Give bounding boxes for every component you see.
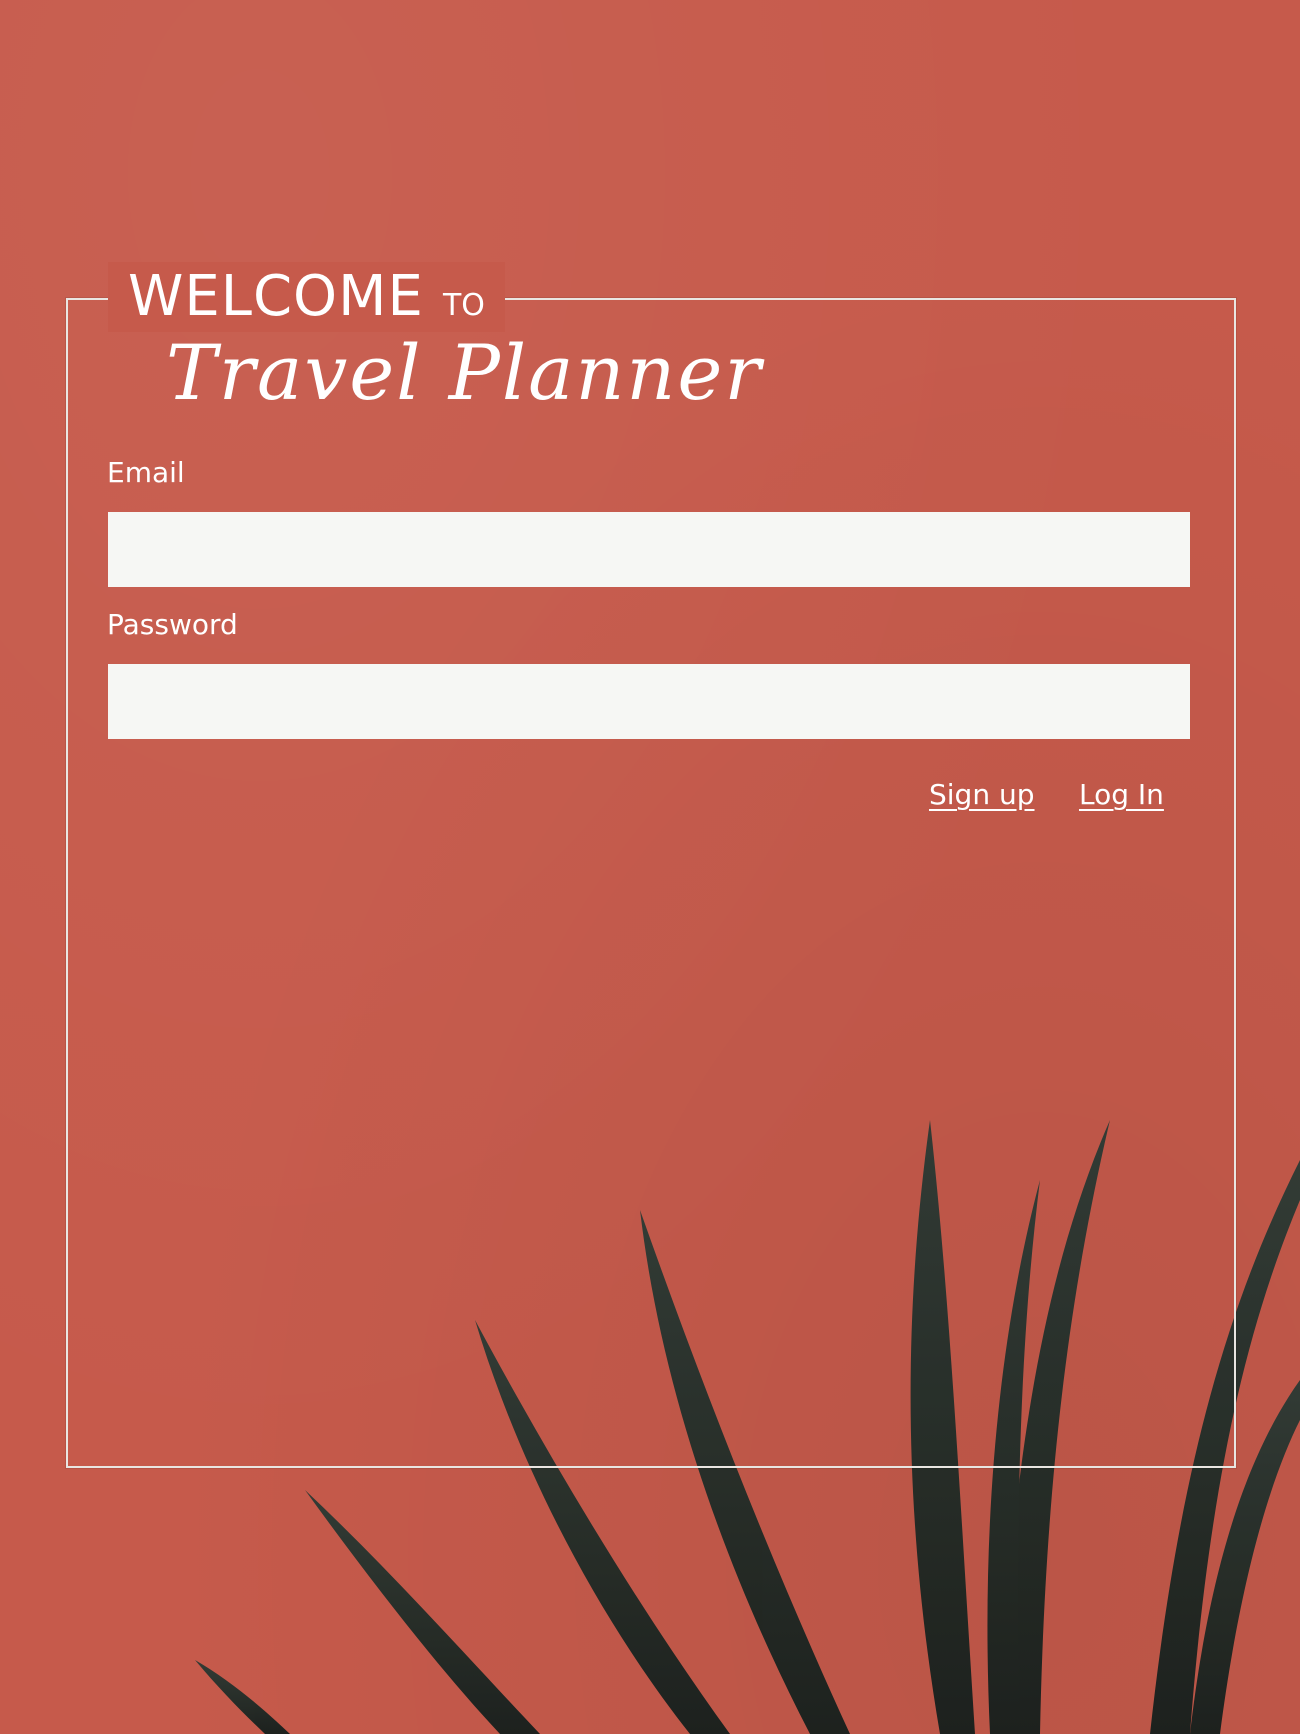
login-frame	[66, 298, 1236, 1468]
login-link[interactable]: Log In	[1079, 778, 1164, 811]
email-label: Email	[107, 456, 185, 489]
welcome-heading: WELCOME TO	[108, 262, 505, 332]
welcome-text: WELCOME	[128, 264, 424, 329]
email-field[interactable]	[108, 512, 1190, 587]
signup-link[interactable]: Sign up	[929, 778, 1035, 811]
password-field[interactable]	[108, 664, 1190, 739]
to-text: TO	[442, 288, 485, 323]
password-label: Password	[107, 608, 238, 641]
app-title: Travel Planner	[166, 328, 763, 417]
